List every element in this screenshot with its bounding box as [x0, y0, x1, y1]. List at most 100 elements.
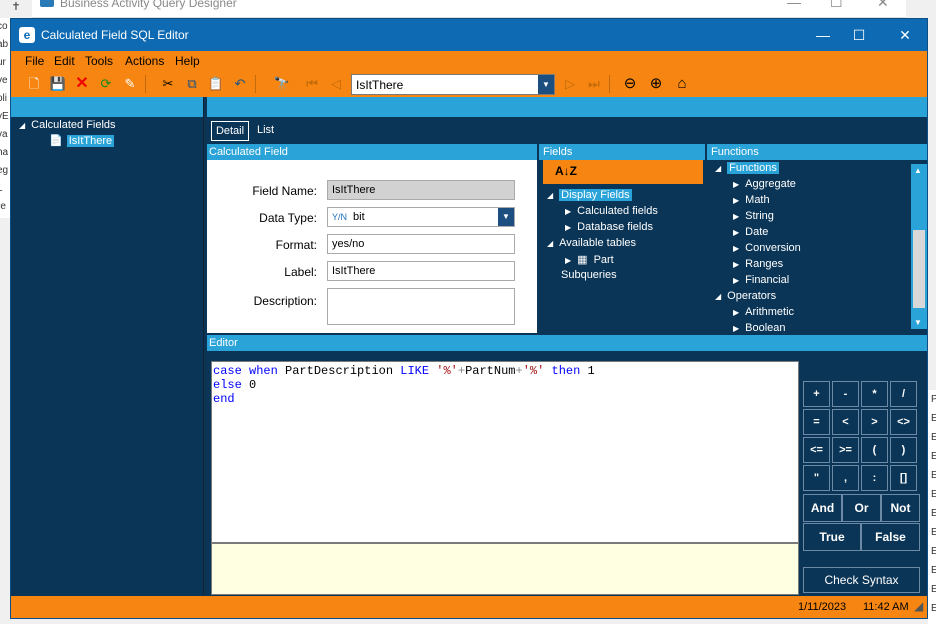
- check-syntax-button[interactable]: Check Syntax: [803, 567, 920, 593]
- home-icon[interactable]: ⌂: [673, 75, 691, 93]
- find-icon[interactable]: 🔭: [273, 75, 291, 93]
- new-icon[interactable]: 🗋: [25, 75, 43, 93]
- key-less-equal-button[interactable]: <=: [803, 437, 830, 463]
- forward-icon[interactable]: ⊕: [647, 75, 665, 93]
- tree-item-part[interactable]: ▶ ▦ Part: [565, 253, 614, 266]
- collapsed-icon[interactable]: ▶: [733, 180, 739, 189]
- key-and-button[interactable]: And: [803, 494, 842, 522]
- minimize-icon[interactable]: —: [813, 25, 833, 45]
- expanded-icon[interactable]: ◢: [19, 121, 25, 130]
- collapsed-icon[interactable]: ▶: [565, 256, 571, 265]
- data-type-select[interactable]: Y/N bit ▼: [327, 207, 515, 227]
- tree-item-isitthere[interactable]: 📄 IsItThere: [49, 134, 115, 147]
- expanded-icon[interactable]: ◢: [547, 239, 553, 248]
- pin-icon[interactable]: ✝: [0, 0, 32, 18]
- key-divide-button[interactable]: /: [890, 381, 917, 407]
- tab-detail[interactable]: Detail: [211, 121, 249, 141]
- chevron-down-icon[interactable]: ▼: [498, 208, 514, 226]
- key-less-than-button[interactable]: <: [832, 409, 859, 435]
- key-false-button[interactable]: False: [861, 523, 920, 551]
- key-not-button[interactable]: Not: [881, 494, 920, 522]
- key-quote-button[interactable]: ": [803, 465, 830, 491]
- tree-item-date[interactable]: ▶ Date: [733, 226, 768, 238]
- save-icon[interactable]: 💾: [49, 75, 67, 93]
- collapsed-icon[interactable]: ▶: [733, 308, 739, 317]
- tree-item-operators[interactable]: ◢ Operators: [715, 290, 776, 302]
- collapsed-icon[interactable]: ▶: [733, 324, 739, 333]
- key-close-paren-button[interactable]: ): [890, 437, 917, 463]
- key-true-button[interactable]: True: [803, 523, 861, 551]
- tree-item-subqueries[interactable]: Subqueries: [561, 269, 617, 281]
- key-plus-button[interactable]: +: [803, 381, 830, 407]
- delete-icon[interactable]: ✕: [73, 75, 91, 93]
- tree-item-available-tables[interactable]: ◢ Available tables: [547, 237, 636, 249]
- key-greater-than-button[interactable]: >: [861, 409, 888, 435]
- expanded-icon[interactable]: ◢: [715, 292, 721, 301]
- previous-record-icon[interactable]: ◁: [327, 75, 345, 93]
- first-record-icon[interactable]: ⏮: [303, 75, 321, 93]
- undo-icon[interactable]: ↶: [231, 75, 249, 93]
- format-input[interactable]: yes/no: [327, 234, 515, 254]
- collapsed-icon[interactable]: ▶: [733, 244, 739, 253]
- collapsed-icon[interactable]: ▶: [565, 207, 571, 216]
- titlebar[interactable]: e Calculated Field SQL Editor — ☐ ✕: [11, 19, 927, 51]
- tree-item-boolean[interactable]: ▶ Boolean: [733, 322, 786, 333]
- tree-item-functions[interactable]: ◢ Functions: [715, 162, 779, 174]
- scroll-up-icon[interactable]: ▲: [914, 166, 922, 175]
- key-not-equal-button[interactable]: <>: [890, 409, 917, 435]
- back-icon[interactable]: ⊖: [621, 75, 639, 93]
- scrollbar-thumb[interactable]: [913, 230, 925, 308]
- eraser-icon[interactable]: ✎: [121, 75, 139, 93]
- key-open-paren-button[interactable]: (: [861, 437, 888, 463]
- functions-scrollbar[interactable]: ▲ ▼: [911, 164, 927, 329]
- tab-list[interactable]: List: [257, 124, 274, 136]
- menu-help[interactable]: Help: [175, 54, 200, 68]
- expanded-icon[interactable]: ◢: [715, 164, 721, 173]
- copy-icon[interactable]: ⧉: [183, 75, 201, 93]
- paste-icon[interactable]: 📋: [207, 75, 225, 93]
- collapsed-icon[interactable]: ▶: [733, 196, 739, 205]
- chevron-down-icon[interactable]: ▼: [538, 75, 554, 94]
- record-selector[interactable]: IsItThere ▼: [351, 74, 555, 95]
- key-or-button[interactable]: Or: [842, 494, 881, 522]
- collapsed-icon[interactable]: ▶: [733, 276, 739, 285]
- collapsed-icon[interactable]: ▶: [565, 223, 571, 232]
- scroll-down-icon[interactable]: ▼: [914, 318, 922, 327]
- tree-item-display-fields[interactable]: ◢ Display Fields: [547, 189, 632, 201]
- minimize-icon[interactable]: —: [787, 0, 801, 10]
- description-input[interactable]: [327, 288, 515, 325]
- menu-edit[interactable]: Edit: [54, 54, 75, 68]
- refresh-icon[interactable]: ⟳: [97, 75, 115, 93]
- menu-file[interactable]: File: [25, 54, 44, 68]
- tree-item-math[interactable]: ▶ Math: [733, 194, 770, 206]
- key-brackets-button[interactable]: []: [890, 465, 917, 491]
- tree-item-aggregate[interactable]: ▶ Aggregate: [733, 178, 796, 190]
- key-minus-button[interactable]: -: [832, 381, 859, 407]
- cut-icon[interactable]: ✂: [159, 75, 177, 93]
- collapsed-icon[interactable]: ▶: [733, 260, 739, 269]
- key-equals-button[interactable]: =: [803, 409, 830, 435]
- tree-item-conversion[interactable]: ▶ Conversion: [733, 242, 801, 254]
- key-comma-button[interactable]: ,: [832, 465, 859, 491]
- last-record-icon[interactable]: ⏭: [585, 75, 603, 93]
- key-colon-button[interactable]: :: [861, 465, 888, 491]
- tree-item-calculated-fields[interactable]: ▶ Calculated fields: [565, 205, 658, 217]
- next-record-icon[interactable]: ▷: [561, 75, 579, 93]
- key-greater-equal-button[interactable]: >=: [832, 437, 859, 463]
- expanded-icon[interactable]: ◢: [547, 191, 553, 200]
- background-window-titlebar[interactable]: Business Activity Query Designer — ☐ ✕: [32, 0, 906, 18]
- menu-tools[interactable]: Tools: [85, 54, 113, 68]
- close-icon[interactable]: ✕: [895, 25, 915, 45]
- maximize-icon[interactable]: ☐: [849, 25, 869, 45]
- label-input[interactable]: IsItThere: [327, 261, 515, 281]
- tree-item-database-fields[interactable]: ▶ Database fields: [565, 221, 653, 233]
- collapsed-icon[interactable]: ▶: [733, 212, 739, 221]
- maximize-icon[interactable]: ☐: [830, 0, 843, 11]
- close-icon[interactable]: ✕: [877, 0, 889, 11]
- tree-item-ranges[interactable]: ▶ Ranges: [733, 258, 783, 270]
- sort-alpha-icon[interactable]: A↓Z: [555, 164, 577, 178]
- tree-item-financial[interactable]: ▶ Financial: [733, 274, 789, 286]
- resize-grip-icon[interactable]: ◢: [914, 599, 923, 613]
- key-multiply-button[interactable]: *: [861, 381, 888, 407]
- tree-item-string[interactable]: ▶ String: [733, 210, 774, 222]
